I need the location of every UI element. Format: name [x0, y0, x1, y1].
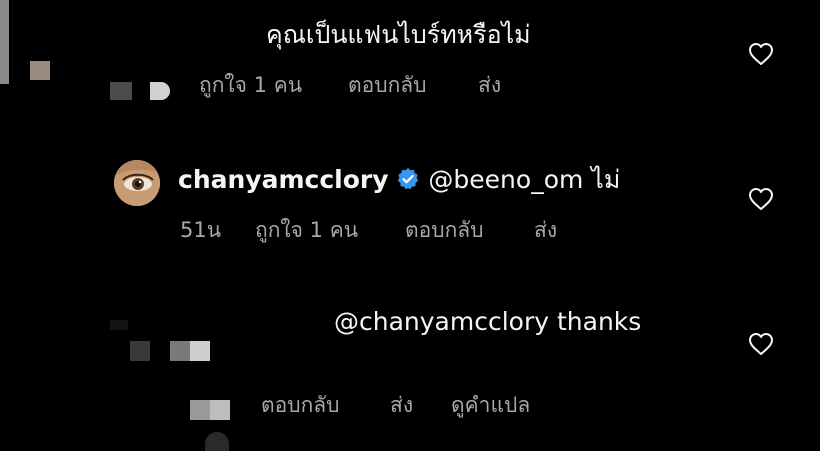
- comment-1-reply-button[interactable]: ตอบกลับ: [348, 72, 427, 98]
- comment-2-text: ไม่: [591, 165, 621, 194]
- comment-2-send-button[interactable]: ส่ง: [534, 217, 557, 243]
- comment-3-reply-button[interactable]: ตอบกลับ: [261, 392, 340, 418]
- like-heart-icon[interactable]: [748, 332, 774, 356]
- comment-2-mention[interactable]: @beeno_om: [428, 165, 583, 194]
- comment-2-reply-button[interactable]: ตอบกลับ: [405, 217, 484, 243]
- verified-badge-icon: [396, 167, 420, 191]
- avatar-chanyamcclory[interactable]: [114, 160, 160, 206]
- comment-3-meta: ตอบกลับ ส่ง ดูคำแปล: [0, 392, 820, 418]
- like-heart-icon[interactable]: [748, 42, 774, 66]
- censored-avatar-3d: [110, 320, 128, 330]
- comment-2-likes[interactable]: ถูกใจ 1 คน: [255, 217, 358, 243]
- comment-1-likes[interactable]: ถูกใจ 1 คน: [199, 72, 302, 98]
- censored-username-3c: [205, 432, 229, 451]
- censored-avatar-3a: [130, 341, 150, 361]
- censored-avatar-3c: [190, 341, 210, 361]
- comment-2-username[interactable]: chanyamcclory: [178, 165, 389, 194]
- comment-2-meta: 51น ถูกใจ 1 คน ตอบกลับ ส่ง: [0, 217, 820, 243]
- comment-3-send-button[interactable]: ส่ง: [390, 392, 413, 418]
- comment-1-send-button[interactable]: ส่ง: [478, 72, 501, 98]
- comment-1-text: คุณเป็นแฟนไบร์ทหรือไม่: [266, 20, 531, 49]
- comment-1-meta: ถูกใจ 1 คน ตอบกลับ ส่ง: [0, 72, 820, 98]
- comment-3-translate-button[interactable]: ดูคำแปล: [451, 392, 530, 418]
- comment-3-text: @chanyamcclory thanks: [334, 307, 642, 336]
- comment-2-line: chanyamcclory @beeno_om ไม่: [178, 165, 620, 195]
- comment-2-time: 51น: [180, 218, 222, 242]
- like-heart-icon[interactable]: [748, 187, 774, 211]
- censored-avatar-3b: [170, 341, 190, 361]
